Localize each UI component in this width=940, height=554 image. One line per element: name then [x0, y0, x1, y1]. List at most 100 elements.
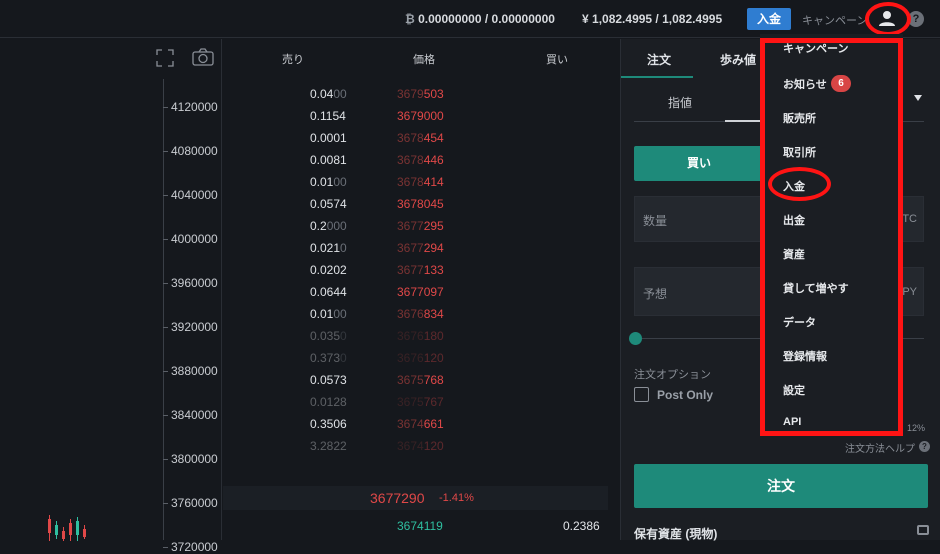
ask-row[interactable]: 0.0100 3676834: [223, 302, 620, 324]
ask-size-trailing: 0: [340, 241, 347, 255]
ask-size-trailing: 000: [326, 219, 347, 233]
ask-price-main: 446: [423, 153, 444, 167]
fee-percent: 12%: [907, 423, 926, 433]
ask-row[interactable]: 0.0100 3678414: [223, 170, 620, 192]
btc-balance: ₿ 0.00000000 / 0.00000000: [405, 12, 555, 26]
tab-order[interactable]: 注文: [647, 51, 671, 68]
ask-row[interactable]: 0.3506 3674661: [223, 412, 620, 434]
ask-row[interactable]: 0.0644 3677097: [223, 280, 620, 302]
amount-slider-handle[interactable]: [629, 332, 642, 345]
submit-order-button[interactable]: 注文: [634, 464, 928, 508]
ask-row[interactable]: 0.0001 3678454: [223, 126, 620, 148]
order-help-link[interactable]: 注文方法ヘルプ: [845, 440, 915, 455]
ask-price-main: 133: [423, 263, 444, 277]
price-change: -1.41%: [439, 492, 474, 504]
ask-row[interactable]: 0.0574 3678045: [223, 192, 620, 214]
campaign-link[interactable]: キャンペーン: [802, 12, 867, 28]
help-icon[interactable]: ?: [919, 441, 930, 452]
ask-size: 0.0202: [310, 263, 347, 277]
ask-size-main: 0.035: [310, 329, 341, 343]
ask-row[interactable]: 0.0350 3676180: [223, 324, 620, 346]
ask-price-leading: 3676: [397, 329, 424, 343]
ask-size: 0.0081: [310, 153, 347, 167]
candle-body: [83, 529, 86, 537]
ask-size: 0.0400: [310, 87, 347, 101]
price-chart[interactable]: 4120000 4080000 4040000 4000000 3960000 39200…: [0, 39, 222, 554]
price-header: 価格: [413, 54, 435, 66]
highlight-circle-deposit: [768, 167, 831, 201]
ask-size: 0.0350: [310, 329, 347, 343]
ask-row[interactable]: 0.0573 3675768: [223, 368, 620, 390]
candle-body: [62, 531, 65, 539]
ask-price: 3675767: [397, 395, 444, 409]
ask-row[interactable]: 0.0128 3675767: [223, 390, 620, 412]
ask-size: 0.0573: [310, 373, 347, 387]
y-tick-label: 3960000: [171, 276, 218, 290]
chevron-down-icon[interactable]: [914, 95, 922, 101]
ask-row[interactable]: 0.1154 3679000: [223, 104, 620, 126]
fullscreen-icon[interactable]: [156, 49, 174, 72]
ask-size-main: 0.021: [310, 241, 341, 255]
ask-price: 3678454: [397, 131, 444, 145]
ask-size-main: 0.0202: [310, 263, 347, 277]
ask-price-leading: 3678: [397, 131, 424, 145]
camera-icon[interactable]: [192, 48, 214, 71]
order-options-label: 注文オプション: [634, 369, 711, 381]
ask-price-main: 454: [423, 131, 444, 145]
highlight-rectangle: [760, 38, 903, 436]
ask-price: 3677133: [397, 263, 444, 277]
candle-body: [69, 523, 72, 535]
sell-header: 売り: [282, 54, 304, 66]
last-price: 3677290: [370, 490, 425, 506]
ask-row[interactable]: 0.0202 3677133: [223, 258, 620, 280]
tab-underline: [621, 76, 693, 78]
ask-price-main: 503: [423, 87, 444, 101]
tab-limit[interactable]: 指値: [668, 94, 692, 111]
buy-toggle[interactable]: 買い: [634, 146, 764, 181]
tab-trades[interactable]: 歩み値: [720, 51, 756, 68]
ask-row[interactable]: 0.2000 3677295: [223, 214, 620, 236]
y-tick-label: 3880000: [171, 364, 218, 378]
y-tick-mark: [163, 107, 168, 108]
ask-size-main: 0.1154: [310, 109, 346, 123]
last-price-row: 3677290 -1.41%: [223, 486, 608, 510]
jpy-balance-value: 1,082.4995 / 1,082.4995: [592, 12, 723, 26]
ask-size-main: 0.0128: [310, 395, 347, 409]
deposit-button[interactable]: 入金: [747, 8, 791, 30]
ask-size: 0.0644: [310, 285, 347, 299]
ask-size: 3.2822: [310, 439, 347, 453]
y-tick-label: 4000000: [171, 232, 218, 246]
ask-price: 3679000: [397, 109, 444, 123]
ask-size-main: 0.0081: [310, 153, 347, 167]
ask-price: 3676120: [397, 351, 444, 365]
ask-size-main: 0.0644: [310, 285, 347, 299]
ask-price-leading: 3674: [397, 417, 424, 431]
wallet-icon[interactable]: [917, 525, 929, 535]
assets-title: 保有資産 (現物): [634, 527, 718, 541]
highlight-circle: [865, 2, 911, 36]
post-only-checkbox[interactable]: [634, 387, 649, 402]
ask-price-leading: 3678: [397, 175, 424, 189]
bid-price[interactable]: 3674119: [397, 519, 443, 533]
ask-row[interactable]: 0.0400 3679503: [223, 82, 620, 104]
ask-price: 3676180: [397, 329, 444, 343]
y-tick-mark: [163, 371, 168, 372]
ask-price: 3675768: [397, 373, 444, 387]
ask-price-leading: 3675: [397, 373, 424, 387]
ask-size-main: 0.01: [310, 307, 334, 321]
ask-row[interactable]: 3.2822 3674120: [223, 434, 620, 456]
ask-size-main: 3.2822: [310, 439, 347, 453]
ask-price: 3678414: [397, 175, 444, 189]
post-only-label[interactable]: Post Only: [657, 388, 713, 402]
ask-row[interactable]: 0.0210 3677294: [223, 236, 620, 258]
estimate-label: 予想: [643, 287, 668, 301]
ask-price-main: 180: [423, 329, 444, 343]
y-tick-mark: [163, 327, 168, 328]
ask-price: 3677294: [397, 241, 444, 255]
ask-size-main: 0.2: [310, 219, 327, 233]
ask-row[interactable]: 0.3730 3676120: [223, 346, 620, 368]
y-tick-label: 3800000: [171, 452, 218, 466]
ask-price-main: 3677097: [397, 285, 444, 299]
bid-size[interactable]: 0.2386: [563, 519, 600, 533]
ask-row[interactable]: 0.0081 3678446: [223, 148, 620, 170]
